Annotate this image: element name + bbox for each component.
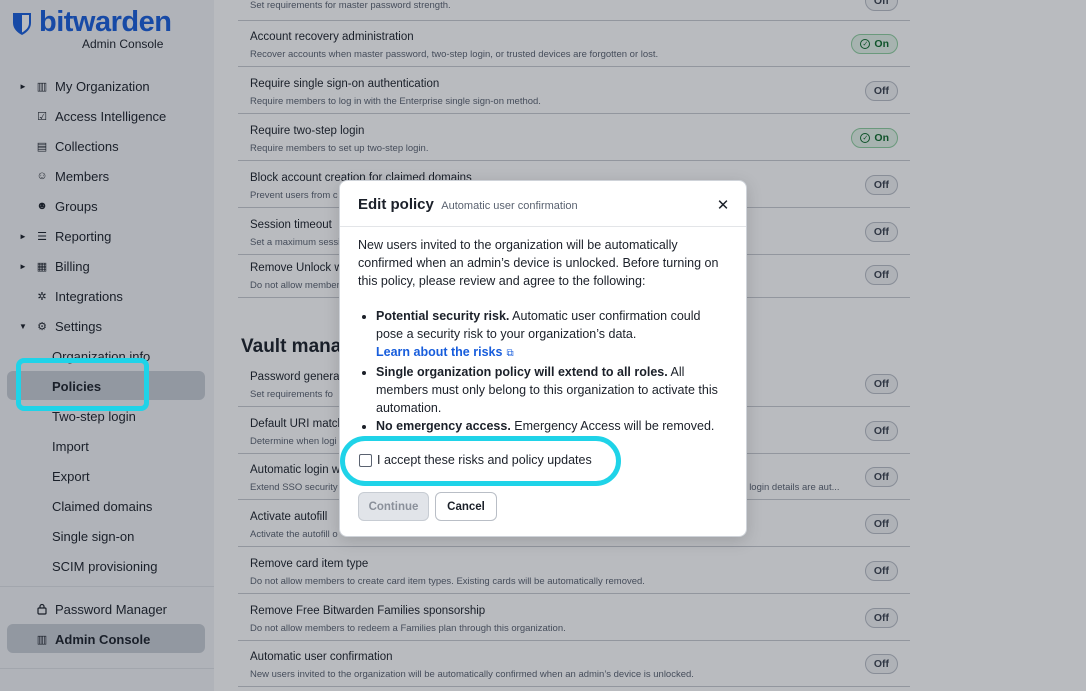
risk-item: No emergency access. Emergency Access wi… [376, 417, 730, 435]
continue-button[interactable]: Continue [358, 492, 429, 521]
dialog-divider [340, 226, 746, 227]
risk-heading: Single organization policy will extend t… [376, 365, 668, 379]
risk-heading: No emergency access. [376, 419, 511, 433]
dialog-intro: New users invited to the organization wi… [358, 238, 719, 288]
close-icon[interactable]: ✕ [713, 195, 733, 215]
risk-list: Potential security risk. Automatic user … [358, 307, 730, 435]
learn-risks-link[interactable]: Learn about the risks [376, 345, 502, 359]
risk-item: Potential security risk. Automatic user … [376, 307, 730, 363]
dialog-header: Edit policy Automatic user confirmation [358, 196, 578, 214]
highlight-ring-policies [16, 358, 149, 411]
risk-heading: Potential security risk. [376, 309, 510, 323]
dialog-body: New users invited to the organization wi… [358, 236, 730, 435]
highlight-ring-accept [340, 436, 621, 486]
dialog-subtitle: Automatic user confirmation [441, 200, 578, 212]
external-link-icon: ⧉ [506, 348, 514, 359]
risk-text: Emergency Access will be removed. [510, 419, 715, 433]
cancel-button[interactable]: Cancel [435, 492, 497, 521]
risk-item: Single organization policy will extend t… [376, 363, 730, 417]
dialog-title: Edit policy [358, 196, 434, 213]
